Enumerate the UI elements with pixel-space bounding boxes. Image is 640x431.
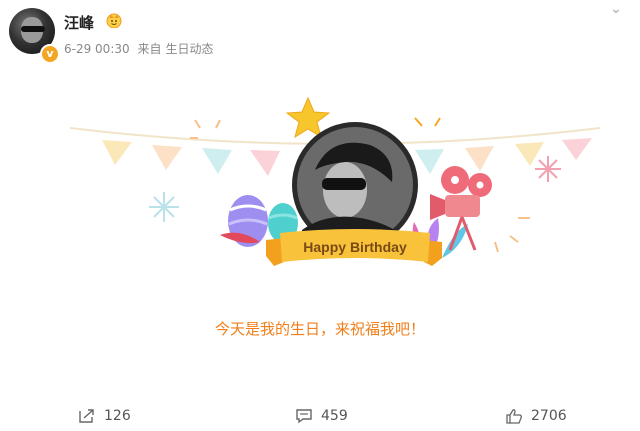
- camera-body-icon: [445, 195, 480, 217]
- leaf-decoration: [442, 224, 468, 258]
- sparkle-icon: [414, 117, 441, 127]
- post-actions: 126 459 2706: [0, 408, 640, 430]
- like-count: 2706: [531, 408, 567, 424]
- crown-badge-icon[interactable]: [105, 12, 123, 28]
- share-icon: [79, 409, 94, 423]
- photo-sunglasses: [322, 178, 366, 190]
- sparkle-icon: [149, 192, 179, 222]
- thumbs-up-icon: [506, 409, 522, 424]
- post-source[interactable]: 生日动态: [165, 42, 213, 56]
- bunting-flag: [250, 150, 280, 176]
- camera-lens-icon: [430, 194, 445, 220]
- bunting-flag: [202, 148, 232, 174]
- bunting-flag: [465, 146, 494, 171]
- post-source-prefix: 来自: [137, 42, 162, 56]
- sparkle-icon: [535, 156, 561, 182]
- sparkle-icon: [190, 119, 221, 139]
- post-timestamp[interactable]: 6-29 00:30: [64, 42, 130, 56]
- avatar-glasses: [21, 26, 45, 32]
- bunting-flag: [102, 140, 132, 165]
- share-count: 126: [104, 408, 131, 424]
- bunting-flag: [562, 138, 592, 160]
- bunting-flag: [152, 145, 182, 170]
- comment-button[interactable]: 459: [295, 408, 348, 424]
- comment-count: 459: [321, 408, 348, 424]
- author-name[interactable]: 汪峰: [64, 12, 94, 33]
- ribbon-text: Happy Birthday: [303, 239, 407, 255]
- birthday-card: Happy Birthday: [70, 96, 600, 266]
- chevron-down-icon[interactable]: ⌄: [606, 2, 626, 18]
- like-button[interactable]: 2706: [505, 408, 567, 424]
- comment-icon: [296, 409, 312, 424]
- post-caption: 今天是我的生日，来祝福我吧！: [214, 320, 425, 338]
- bunting-flag: [515, 142, 544, 166]
- sparkle-icon: [494, 217, 530, 253]
- share-button[interactable]: 126: [78, 408, 131, 424]
- verified-v-icon: v: [40, 44, 60, 64]
- bunting-flag: [415, 149, 444, 174]
- post-meta: 6-29 00:30 来自 生日动态: [64, 40, 218, 57]
